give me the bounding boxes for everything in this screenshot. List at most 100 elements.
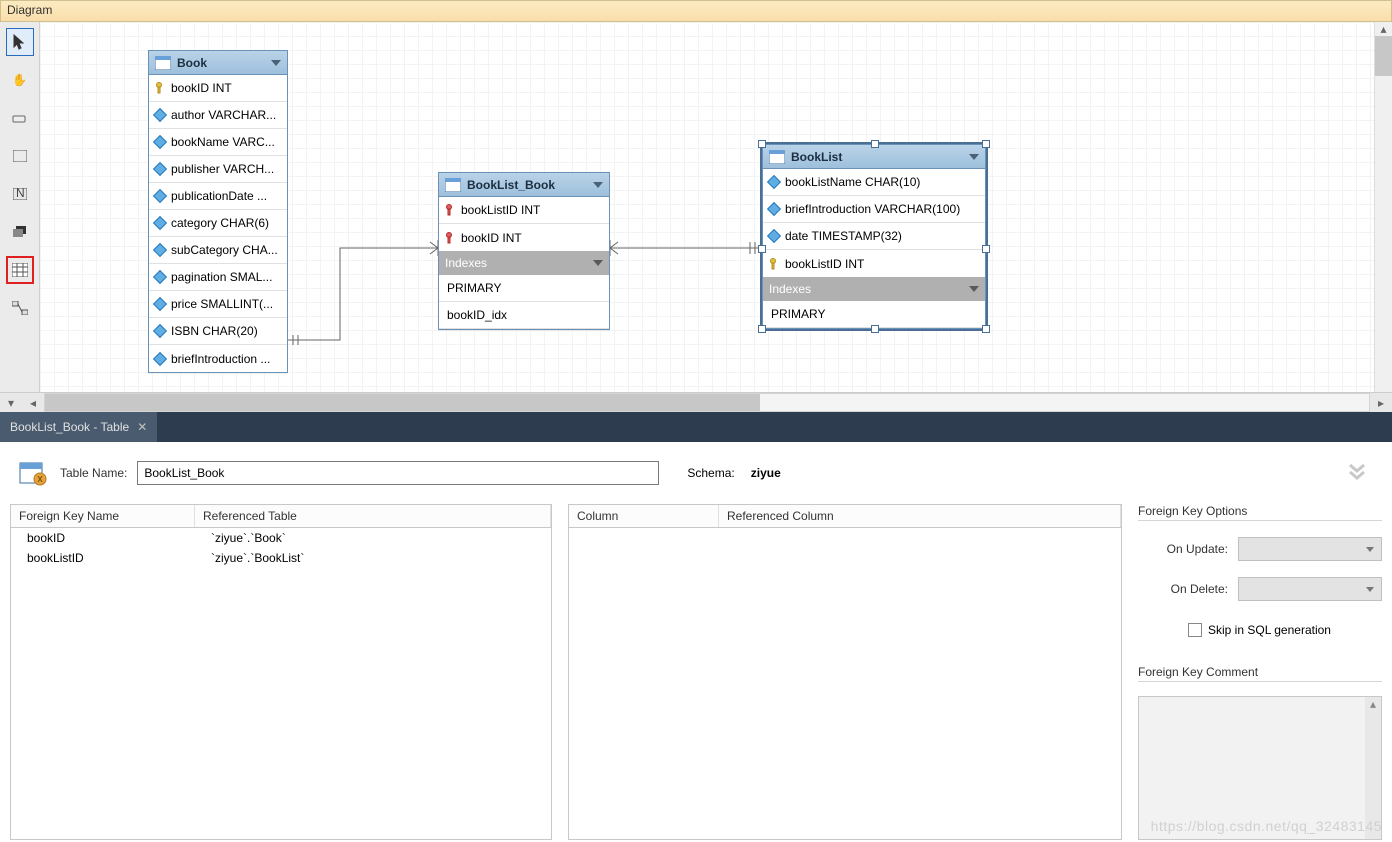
tool-new-table[interactable] bbox=[6, 256, 34, 284]
column-text: price SMALLINT(... bbox=[171, 297, 273, 311]
indexes-header[interactable]: Indexes bbox=[763, 277, 985, 301]
column-row[interactable]: briefIntroduction VARCHAR(100) bbox=[763, 196, 985, 223]
close-icon[interactable]: ✕ bbox=[137, 420, 147, 434]
column-text: date TIMESTAMP(32) bbox=[785, 229, 902, 243]
collapse-icon[interactable] bbox=[969, 286, 979, 292]
resize-handle[interactable] bbox=[758, 245, 766, 253]
column-row[interactable]: bookListID INT bbox=[439, 197, 609, 224]
tool-relation[interactable] bbox=[6, 294, 34, 322]
title-bar: Diagram bbox=[0, 0, 1392, 22]
column-row[interactable]: date TIMESTAMP(32) bbox=[763, 223, 985, 250]
schema-label: Schema: bbox=[687, 466, 734, 480]
column-row[interactable]: bookListName CHAR(10) bbox=[763, 169, 985, 196]
column-row[interactable]: author VARCHAR... bbox=[149, 102, 287, 129]
column-row[interactable]: bookListID INT bbox=[763, 250, 985, 277]
scroll-left-icon[interactable]: ▾ bbox=[0, 393, 22, 412]
scroll-right-icon[interactable]: ▸ bbox=[1370, 393, 1392, 412]
column-text: pagination SMAL... bbox=[171, 270, 272, 284]
collapse-icon[interactable] bbox=[969, 154, 979, 160]
tool-hand[interactable]: ✋ bbox=[6, 66, 34, 94]
column-row[interactable]: ISBN CHAR(20) bbox=[149, 318, 287, 345]
tab-booklist-book[interactable]: BookList_Book - Table ✕ bbox=[0, 412, 158, 442]
fk-options-panel: Foreign Key Options On Update: On Delete… bbox=[1138, 504, 1382, 840]
scroll-thumb[interactable] bbox=[45, 394, 760, 411]
column-text: briefIntroduction VARCHAR(100) bbox=[785, 202, 960, 216]
column-text: subCategory CHA... bbox=[171, 243, 278, 257]
entity-booklist-book[interactable]: BookList_Book bookListID INT bookID INT I… bbox=[438, 172, 610, 330]
column-row[interactable]: bookID INT bbox=[149, 75, 287, 102]
collapse-icon[interactable] bbox=[593, 182, 603, 188]
fk-comment-textarea[interactable]: ▴ bbox=[1138, 696, 1382, 840]
index-row[interactable]: PRIMARY bbox=[439, 275, 609, 302]
tool-eraser[interactable] bbox=[6, 104, 34, 132]
tool-pointer[interactable] bbox=[6, 28, 34, 56]
horizontal-scrollbar[interactable]: ▾ ◂ ▸ bbox=[0, 392, 1392, 412]
column-text: briefIntroduction ... bbox=[171, 352, 270, 366]
fk-columns-grid[interactable]: Column Referenced Column bbox=[568, 504, 1122, 840]
scroll-left-icon[interactable]: ◂ bbox=[22, 393, 44, 412]
fk-row[interactable]: bookListID`ziyue`.`BookList` bbox=[11, 548, 551, 568]
column-row[interactable]: price SMALLINT(... bbox=[149, 291, 287, 318]
column-row[interactable]: publicationDate ... bbox=[149, 183, 287, 210]
entity-book-header[interactable]: Book bbox=[149, 51, 287, 75]
tab-label: BookList_Book - Table bbox=[10, 420, 129, 434]
scroll-thumb[interactable] bbox=[1375, 36, 1392, 76]
skip-sql-label: Skip in SQL generation bbox=[1208, 623, 1331, 637]
resize-handle[interactable] bbox=[758, 140, 766, 148]
fk-ref: `ziyue`.`BookList` bbox=[195, 548, 551, 568]
editor-top-row: Table Name: Schema: ziyue bbox=[8, 456, 1384, 504]
vertical-toolbar: ✋ N bbox=[0, 22, 40, 392]
table-name-input[interactable] bbox=[137, 461, 659, 485]
collapse-icon[interactable] bbox=[271, 60, 281, 66]
tool-note[interactable] bbox=[6, 142, 34, 170]
col-header-ref-table[interactable]: Referenced Table bbox=[195, 505, 551, 527]
column-text: bookListName CHAR(10) bbox=[785, 175, 920, 189]
vertical-scrollbar[interactable]: ▴ bbox=[1374, 22, 1392, 392]
resize-handle[interactable] bbox=[982, 140, 990, 148]
column-row[interactable]: bookName VARC... bbox=[149, 129, 287, 156]
title-text: Diagram bbox=[7, 3, 52, 17]
resize-handle[interactable] bbox=[982, 245, 990, 253]
col-header-fk-name[interactable]: Foreign Key Name bbox=[11, 505, 195, 527]
index-row[interactable]: bookID_idx bbox=[439, 302, 609, 329]
index-row[interactable]: PRIMARY bbox=[763, 301, 985, 328]
tool-image[interactable]: N bbox=[6, 180, 34, 208]
entity-book-title: Book bbox=[177, 56, 207, 70]
column-text: bookID INT bbox=[461, 231, 522, 245]
fk-name: bookID bbox=[11, 528, 195, 548]
indexes-header[interactable]: Indexes bbox=[439, 251, 609, 275]
resize-handle[interactable] bbox=[982, 325, 990, 333]
resize-handle[interactable] bbox=[758, 325, 766, 333]
col-header-column[interactable]: Column bbox=[569, 505, 719, 527]
column-row[interactable]: briefIntroduction ... bbox=[149, 345, 287, 372]
skip-sql-checkbox[interactable] bbox=[1188, 623, 1202, 637]
entity-booklist-book-header[interactable]: BookList_Book bbox=[439, 173, 609, 197]
on-update-select[interactable] bbox=[1238, 537, 1382, 561]
diagram-canvas[interactable]: Book bookID INTauthor VARCHAR...bookName… bbox=[40, 22, 1392, 392]
fk-ref: `ziyue`.`Book` bbox=[195, 528, 551, 548]
on-delete-select[interactable] bbox=[1238, 577, 1382, 601]
column-row[interactable]: category CHAR(6) bbox=[149, 210, 287, 237]
tool-layer[interactable] bbox=[6, 218, 34, 246]
table-icon bbox=[155, 56, 171, 70]
scrollbar[interactable]: ▴ bbox=[1365, 697, 1381, 839]
fk-name: bookListID bbox=[11, 548, 195, 568]
foreign-keys-grid[interactable]: Foreign Key Name Referenced Table bookID… bbox=[10, 504, 552, 840]
scroll-track[interactable] bbox=[44, 393, 1370, 412]
col-header-ref-column[interactable]: Referenced Column bbox=[719, 505, 1121, 527]
entity-book[interactable]: Book bookID INTauthor VARCHAR...bookName… bbox=[148, 50, 288, 373]
resize-handle[interactable] bbox=[871, 140, 879, 148]
resize-handle[interactable] bbox=[871, 325, 879, 333]
collapse-icon[interactable] bbox=[593, 260, 603, 266]
column-row[interactable]: publisher VARCH... bbox=[149, 156, 287, 183]
column-row[interactable]: bookID INT bbox=[439, 224, 609, 251]
column-row[interactable]: pagination SMAL... bbox=[149, 264, 287, 291]
column-row[interactable]: subCategory CHA... bbox=[149, 237, 287, 264]
table-icon bbox=[445, 178, 461, 192]
entity-booklist[interactable]: BookList bookListName CHAR(10) briefIntro… bbox=[762, 144, 986, 329]
entity-booklist-header[interactable]: BookList bbox=[763, 145, 985, 169]
expand-icon[interactable] bbox=[1346, 459, 1376, 487]
fk-row[interactable]: bookID`ziyue`.`Book` bbox=[11, 528, 551, 548]
main-row: ✋ N bbox=[0, 22, 1392, 392]
table-editor: Table Name: Schema: ziyue Foreign Key Na… bbox=[0, 442, 1392, 840]
